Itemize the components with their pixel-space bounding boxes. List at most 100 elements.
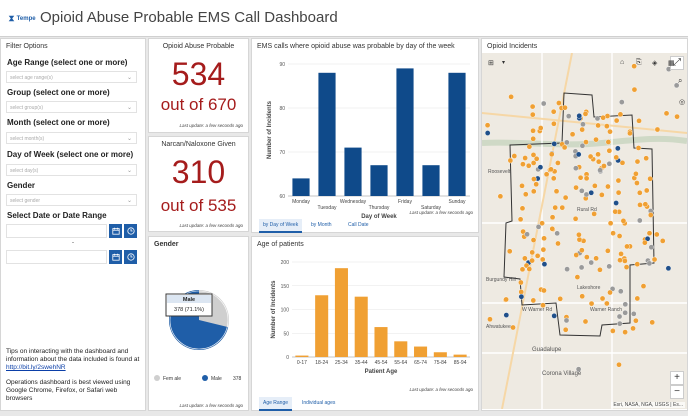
- incident-point[interactable]: [529, 257, 535, 264]
- incident-point[interactable]: [619, 99, 625, 105]
- incident-point[interactable]: [530, 237, 537, 243]
- incident-point[interactable]: [636, 189, 643, 196]
- incident-point[interactable]: [613, 117, 620, 124]
- incident-point[interactable]: [663, 110, 670, 117]
- incident-point[interactable]: [518, 289, 525, 295]
- incident-point[interactable]: [555, 240, 561, 247]
- incident-point[interactable]: [594, 115, 601, 122]
- incident-point[interactable]: [634, 261, 641, 267]
- incident-point[interactable]: [541, 287, 547, 294]
- end-time-button[interactable]: [124, 250, 137, 264]
- incident-point[interactable]: [623, 264, 630, 270]
- incident-point[interactable]: [636, 217, 643, 224]
- incident-point[interactable]: [615, 177, 622, 184]
- bar-85-94[interactable]: [453, 354, 467, 357]
- incident-point[interactable]: [576, 231, 582, 238]
- incident-point[interactable]: [579, 188, 585, 194]
- incident-point[interactable]: [553, 188, 560, 195]
- incident-point[interactable]: [579, 142, 586, 149]
- incident-point[interactable]: [577, 174, 584, 181]
- incident-point[interactable]: [537, 125, 544, 131]
- incident-point[interactable]: [593, 136, 599, 143]
- incident-point[interactable]: [593, 255, 599, 262]
- bar-saturday[interactable]: [422, 165, 440, 196]
- incident-point[interactable]: [607, 128, 613, 135]
- bookmark-icon[interactable]: ⎘: [636, 59, 642, 67]
- incident-point[interactable]: [651, 256, 658, 263]
- month-select[interactable]: select month(s) ⌄: [6, 132, 137, 144]
- map-layer-dropdown-icon[interactable]: ▾: [502, 59, 505, 66]
- incident-point[interactable]: [634, 295, 641, 302]
- incident-point[interactable]: [584, 254, 590, 260]
- incident-point[interactable]: [562, 326, 569, 333]
- incident-point[interactable]: [605, 139, 612, 145]
- incident-point[interactable]: [610, 230, 616, 236]
- bar-25-34[interactable]: [334, 268, 348, 357]
- incident-point[interactable]: [659, 238, 666, 244]
- incident-point[interactable]: [533, 181, 539, 188]
- incident-point[interactable]: [525, 162, 532, 169]
- incident-point[interactable]: [616, 313, 623, 320]
- bar-18-24[interactable]: [315, 295, 329, 357]
- home-icon[interactable]: ⌂: [620, 59, 624, 66]
- incident-point[interactable]: [556, 100, 562, 106]
- incident-point[interactable]: [599, 192, 605, 198]
- incident-point[interactable]: [530, 127, 536, 134]
- bar-35-44[interactable]: [354, 296, 368, 357]
- incident-point[interactable]: [600, 114, 606, 121]
- incident-point[interactable]: [529, 103, 536, 110]
- end-calendar-button[interactable]: [109, 250, 122, 264]
- incident-point[interactable]: [541, 235, 547, 242]
- incident-point[interactable]: [484, 130, 491, 136]
- incident-point[interactable]: [610, 328, 616, 334]
- incident-point[interactable]: [665, 265, 672, 272]
- incident-point[interactable]: [622, 309, 628, 316]
- start-time-button[interactable]: [124, 224, 137, 238]
- tab-call-date[interactable]: Call Date: [344, 219, 373, 233]
- zoom-out-button[interactable]: −: [670, 385, 684, 399]
- tab-by-day-of-week[interactable]: by Day of Week: [259, 219, 303, 233]
- incident-point[interactable]: [537, 164, 544, 171]
- incident-point[interactable]: [534, 253, 541, 259]
- incident-point[interactable]: [601, 163, 607, 169]
- incident-point[interactable]: [606, 160, 613, 167]
- incident-point[interactable]: [642, 201, 649, 208]
- incident-point[interactable]: [510, 324, 516, 331]
- incident-point[interactable]: [562, 194, 569, 201]
- incident-point[interactable]: [597, 167, 603, 174]
- tab-by-month[interactable]: by Month: [307, 219, 336, 233]
- incident-point[interactable]: [573, 165, 579, 171]
- tab-age-range[interactable]: Age Range: [259, 397, 293, 411]
- incident-map[interactable]: Roosevelt Burgundy Hill Ahwatukee Rural …: [482, 53, 687, 409]
- incident-point[interactable]: [559, 204, 566, 211]
- incident-point[interactable]: [613, 200, 619, 206]
- incident-point[interactable]: [531, 176, 537, 182]
- incident-point[interactable]: [540, 100, 547, 107]
- incident-point[interactable]: [604, 300, 610, 307]
- incident-point[interactable]: [529, 249, 536, 256]
- day-of-week-select[interactable]: select day(s) ⌄: [6, 164, 137, 176]
- incident-point[interactable]: [564, 266, 570, 272]
- incident-point[interactable]: [616, 233, 623, 239]
- incident-point[interactable]: [616, 320, 623, 327]
- locate-icon[interactable]: ◎: [679, 98, 685, 106]
- incident-point[interactable]: [615, 145, 621, 152]
- incident-point[interactable]: [617, 111, 624, 118]
- incident-point[interactable]: [548, 151, 555, 158]
- incident-point[interactable]: [535, 224, 542, 230]
- incident-point[interactable]: [580, 121, 586, 128]
- bar-0-17[interactable]: [295, 355, 309, 357]
- incident-point[interactable]: [617, 288, 624, 295]
- incident-point[interactable]: [550, 108, 557, 115]
- incident-point[interactable]: [543, 171, 550, 178]
- incident-point[interactable]: [595, 158, 602, 165]
- incident-point[interactable]: [640, 283, 647, 289]
- incident-point[interactable]: [561, 144, 568, 151]
- incident-point[interactable]: [522, 155, 528, 161]
- incident-point[interactable]: [506, 248, 513, 255]
- incident-point[interactable]: [507, 157, 514, 164]
- incident-point[interactable]: [622, 258, 628, 264]
- incident-point[interactable]: [592, 183, 598, 189]
- incident-point[interactable]: [618, 251, 624, 257]
- incident-point[interactable]: [588, 189, 595, 196]
